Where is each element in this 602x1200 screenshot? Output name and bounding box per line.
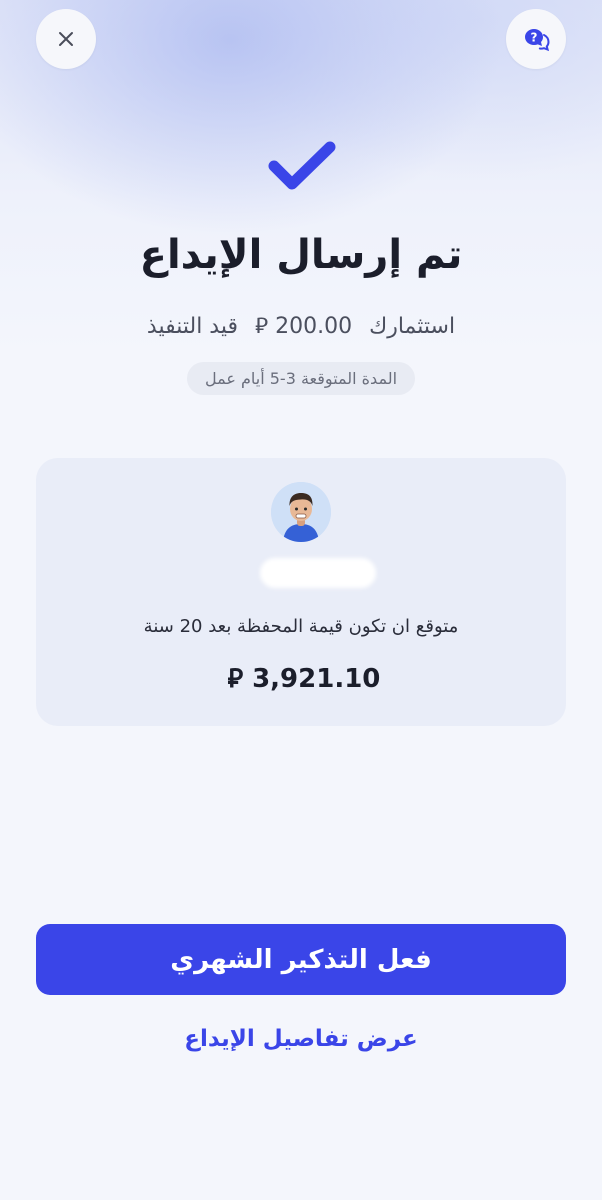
avatar-illustration — [271, 482, 331, 542]
investment-label: استثمارك — [369, 314, 456, 339]
svg-text:?: ? — [531, 31, 538, 45]
investment-status: استثمارك ⃁ 200.00 قيد التنفيذ — [0, 312, 602, 340]
view-deposit-details-link[interactable]: عرض تفاصيل الإيداع — [0, 1026, 602, 1052]
help-button[interactable]: ? — [506, 9, 566, 69]
projection-currency-symbol: ⃁ — [227, 664, 244, 694]
investment-amount: ⃁ 200.00 — [255, 312, 352, 340]
checkmark-icon — [268, 141, 336, 190]
close-button[interactable] — [36, 9, 96, 69]
help-chat-icon: ? — [525, 29, 550, 52]
duration-badge: المدة المتوقعة 3-5 أيام عمل — [186, 362, 416, 395]
projection-card: متوقع ان تكون قيمة المحفظة بعد 20 سنة ⃁ … — [36, 458, 566, 726]
status-label: قيد التنفيذ — [146, 314, 239, 339]
projection-amount: 3,921.10 — [252, 664, 381, 694]
currency-symbol: ⃁ — [255, 314, 269, 339]
hidden-name-placeholder — [260, 558, 376, 588]
projection-value: ⃁ 3,921.10 — [36, 662, 566, 695]
page-title: تم إرسال الإيداع — [139, 232, 463, 278]
close-icon — [59, 32, 73, 46]
avatar — [271, 482, 331, 542]
amount-value: 200.00 — [275, 314, 353, 339]
projection-description: متوقع ان تكون قيمة المحفظة بعد 20 سنة — [143, 616, 459, 637]
monthly-reminder-button[interactable]: فعل التذكير الشهري — [36, 924, 566, 995]
